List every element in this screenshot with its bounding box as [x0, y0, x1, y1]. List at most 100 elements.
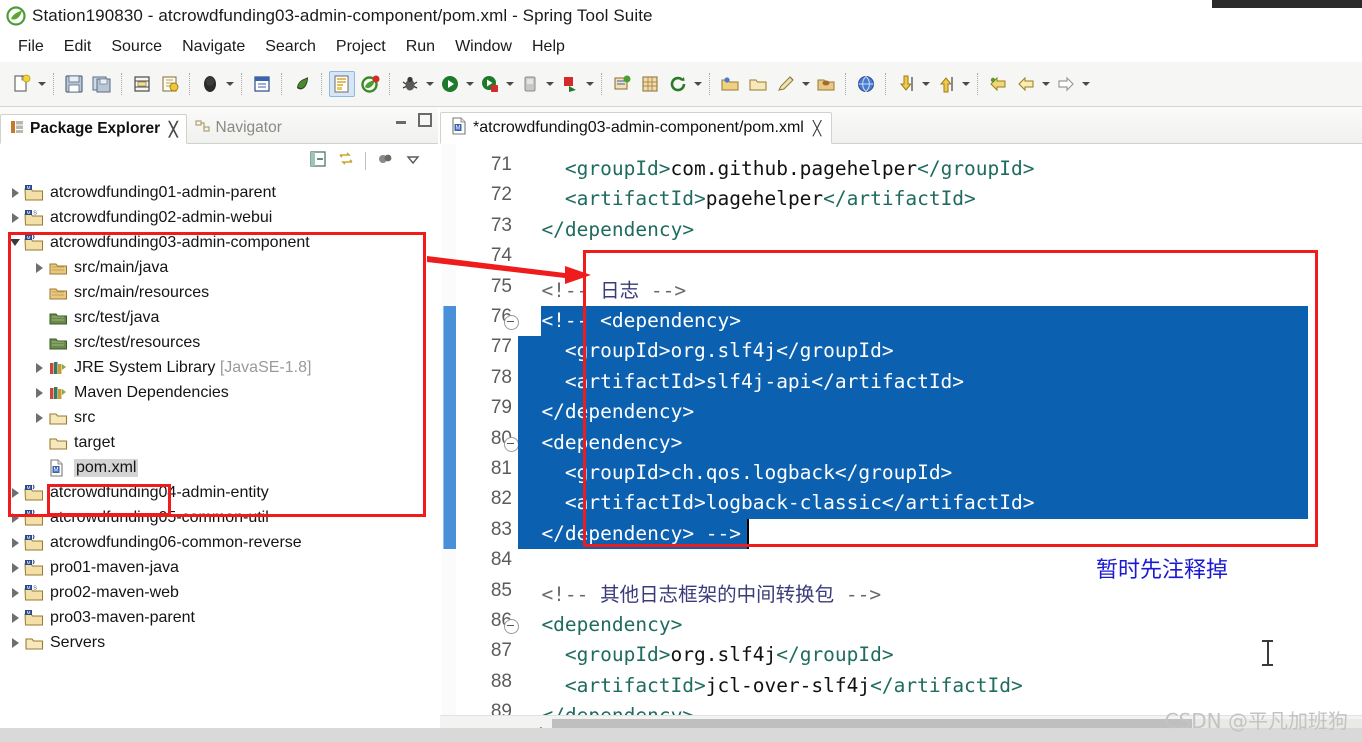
chevron-down-icon[interactable]	[404, 150, 422, 173]
tree-item-src-main-resources[interactable]: src/main/resources	[0, 280, 438, 305]
pencil-dropdown-arrow[interactable]	[800, 71, 812, 97]
tree-item-servers[interactable]: Servers	[0, 630, 438, 655]
collapse-arrow-icon[interactable]	[30, 359, 48, 377]
run-server-dropdown-arrow[interactable]	[504, 71, 516, 97]
next-dropdown-arrow[interactable]	[1080, 71, 1092, 97]
code-line[interactable]: <!-- 日志 -->	[541, 276, 686, 306]
fold-toggle-icon[interactable]	[504, 619, 519, 634]
spring-leaf-icon[interactable]	[289, 71, 315, 97]
code-line[interactable]: </dependency>	[541, 701, 694, 716]
external-tools-icon[interactable]	[557, 71, 583, 97]
code-line[interactable]: </dependency> -->	[541, 519, 741, 549]
focus-icon[interactable]	[376, 150, 394, 173]
pencil-icon[interactable]	[773, 71, 799, 97]
mark-occurrences-icon[interactable]	[329, 71, 355, 97]
code-text[interactable]: <groupId>com.github.pagehelper</groupId>…	[518, 144, 1362, 716]
build-icon[interactable]	[157, 71, 183, 97]
tree-item-pro01-maven-java[interactable]: Mpro01-maven-java	[0, 555, 438, 580]
external-tools-dropdown-arrow[interactable]	[584, 71, 596, 97]
collapse-arrow-icon[interactable]	[6, 609, 24, 627]
collapse-arrow-icon[interactable]	[6, 509, 24, 527]
maximize-icon[interactable]	[418, 113, 432, 127]
code-editor[interactable]: 71 72 73 74 75 76 77 78 79 80 81 82 83 84 85 86 87 88 89 <…	[440, 144, 1362, 716]
collapse-arrow-icon[interactable]	[6, 184, 24, 202]
forward-dropdown-arrow[interactable]	[1040, 71, 1052, 97]
code-line[interactable]: <groupId>org.slf4j</groupId>	[565, 640, 894, 670]
code-line[interactable]: <dependency>	[541, 610, 682, 640]
collapse-arrow-icon[interactable]	[6, 584, 24, 602]
menu-edit[interactable]: Edit	[54, 36, 102, 58]
tab-pom-xml[interactable]: M *atcrowdfunding03-admin-component/pom.…	[440, 112, 833, 144]
code-line[interactable]: <groupId>org.slf4j</groupId>	[565, 336, 894, 366]
code-line[interactable]: </dependency>	[541, 397, 694, 427]
close-icon[interactable]: ╳	[169, 121, 177, 138]
code-line[interactable]: <!-- 其他日志框架的中间转换包 -->	[541, 580, 881, 610]
collapse-arrow-icon[interactable]	[6, 484, 24, 502]
code-line[interactable]: <artifactId>pagehelper</artifactId>	[565, 184, 976, 214]
tree-item-src-test-resources[interactable]: src/test/resources	[0, 330, 438, 355]
menu-file[interactable]: File	[8, 36, 54, 58]
collapse-arrow-icon[interactable]	[6, 534, 24, 552]
tree-item-atcrowdfunding03-admin-component[interactable]: Matcrowdfunding03-admin-component	[0, 230, 438, 255]
collapse-arrow-icon[interactable]	[6, 209, 24, 227]
fold-toggle-icon[interactable]	[504, 315, 519, 330]
coverage-dropdown-arrow[interactable]	[544, 71, 556, 97]
code-line[interactable]: <artifactId>jcl-over-slf4j</artifactId>	[565, 671, 1023, 701]
tree-item-atcrowdfunding06-common-reverse[interactable]: Matcrowdfunding06-common-reverse	[0, 530, 438, 555]
run-play-icon[interactable]	[437, 71, 463, 97]
download-arrow-icon[interactable]	[893, 71, 919, 97]
forward-arrow-icon[interactable]	[1013, 71, 1039, 97]
tab-navigator[interactable]: Navigator	[187, 113, 290, 143]
open-type-icon[interactable]	[197, 71, 223, 97]
run-server-icon[interactable]	[477, 71, 503, 97]
collapse-arrow-icon[interactable]	[30, 409, 48, 427]
code-line[interactable]: <groupId>ch.qos.logback</groupId>	[565, 458, 952, 488]
collapse-arrow-icon[interactable]	[6, 634, 24, 652]
code-line[interactable]: <artifactId>logback-classic</artifactId>	[565, 488, 1035, 518]
download-dropdown-arrow[interactable]	[920, 71, 932, 97]
tree-item-maven-dependencies[interactable]: Maven Dependencies	[0, 380, 438, 405]
collapse-arrow-icon[interactable]	[6, 559, 24, 577]
link-editor-icon[interactable]	[337, 150, 355, 173]
new-file-icon[interactable]	[9, 71, 35, 97]
maven-refresh-icon[interactable]	[665, 71, 691, 97]
tree-item-target[interactable]: target	[0, 430, 438, 455]
tree-item-src[interactable]: src	[0, 405, 438, 430]
minimize-icon[interactable]	[394, 113, 408, 127]
upload-dropdown-arrow[interactable]	[960, 71, 972, 97]
new-spring-icon[interactable]	[609, 71, 635, 97]
code-line[interactable]: <dependency>	[541, 428, 682, 458]
tree-item-src-test-java[interactable]: src/test/java	[0, 305, 438, 330]
debug-bug-icon[interactable]	[397, 71, 423, 97]
save-all-icon[interactable]	[89, 71, 115, 97]
closed-folder-icon[interactable]	[745, 71, 771, 97]
next-arrow-icon[interactable]	[1053, 71, 1079, 97]
code-line[interactable]: <!-- <dependency>	[541, 306, 741, 336]
save-icon[interactable]	[61, 71, 87, 97]
code-line[interactable]: <artifactId>slf4j-api</artifactId>	[565, 367, 964, 397]
tree-item-pro03-maven-parent[interactable]: Mpro03-maven-parent	[0, 605, 438, 630]
tree-item-atcrowdfunding02-admin-webui[interactable]: M Satcrowdfunding02-admin-webui	[0, 205, 438, 230]
tree-item-src-main-java[interactable]: src/main/java	[0, 255, 438, 280]
fold-toggle-icon[interactable]	[504, 436, 519, 452]
menu-navigate[interactable]: Navigate	[172, 36, 255, 58]
tree-item-atcrowdfunding04-admin-entity[interactable]: Matcrowdfunding04-admin-entity	[0, 480, 438, 505]
menu-project[interactable]: Project	[326, 36, 396, 58]
tree-item-pom-xml[interactable]: Mpom.xml	[0, 455, 438, 480]
open-type-dropdown-arrow[interactable]	[224, 71, 236, 97]
run-dropdown-arrow[interactable]	[464, 71, 476, 97]
menu-search[interactable]: Search	[255, 36, 326, 58]
menu-source[interactable]: Source	[101, 36, 172, 58]
tab-package-explorer[interactable]: Package Explorer ╳	[0, 114, 187, 144]
boot-dashboard-icon[interactable]	[357, 71, 383, 97]
new-file-dropdown-arrow[interactable]	[36, 71, 48, 97]
upload-arrow-icon[interactable]	[933, 71, 959, 97]
open-folder-icon[interactable]	[717, 71, 743, 97]
menu-help[interactable]: Help	[522, 36, 575, 58]
maven-dropdown-arrow[interactable]	[692, 71, 704, 97]
menu-run[interactable]: Run	[396, 36, 445, 58]
code-line[interactable]: </dependency>	[541, 215, 694, 245]
package-grid-icon[interactable]	[637, 71, 663, 97]
tree-item-atcrowdfunding01-admin-parent[interactable]: Matcrowdfunding01-admin-parent	[0, 180, 438, 205]
print-icon[interactable]	[129, 71, 155, 97]
